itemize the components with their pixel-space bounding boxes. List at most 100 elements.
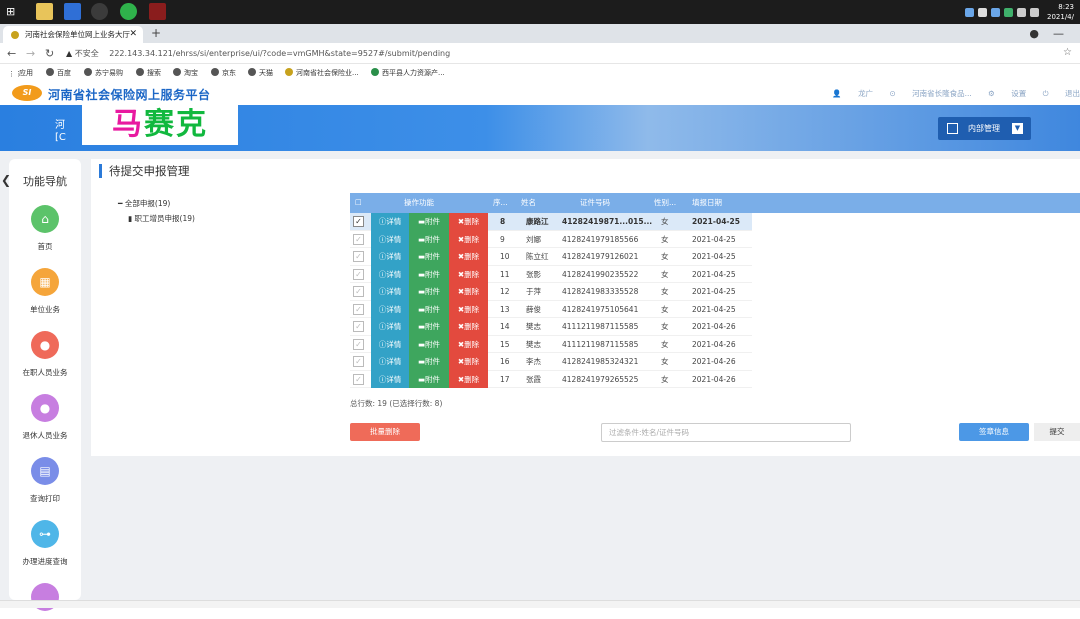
- back-icon[interactable]: ←: [7, 47, 16, 60]
- table-row[interactable]: ✓ ⓘ详情 ▬附件 ✖删除 14 樊志 4111211987115585 女 2021-04-2…: [350, 318, 752, 336]
- table-row[interactable]: ✓ ⓘ详情 ▬附件 ✖删除 9 刘娜 4128241979185566 女 2021-04-25: [350, 230, 752, 248]
- row-checkbox[interactable]: ✓: [353, 303, 364, 315]
- file-explorer-icon[interactable]: [36, 3, 53, 20]
- table-row[interactable]: ✓ ⓘ详情 ▬附件 ✖删除 15 樊志 4111211987115585 女 2021-04-2…: [350, 335, 752, 353]
- tray-icon[interactable]: [1004, 7, 1013, 17]
- detail-button[interactable]: ⓘ详情: [371, 213, 409, 231]
- delete-button[interactable]: ✖删除: [449, 283, 488, 301]
- tray-icon[interactable]: [978, 7, 987, 17]
- sign-info-button[interactable]: 签章信息: [959, 423, 1029, 441]
- logout-link[interactable]: ⏻ 退出: [1043, 89, 1080, 98]
- bookmark-item[interactable]: 西平县人力资源产...: [371, 68, 445, 78]
- wps-icon[interactable]: [64, 3, 81, 20]
- attachment-button[interactable]: ▬附件: [409, 353, 449, 371]
- detail-button[interactable]: ⓘ详情: [371, 300, 409, 318]
- table-row[interactable]: ✓ ⓘ详情 ▬附件 ✖删除 16 李杰 4128241985324321 女 2021-04-2…: [350, 353, 752, 371]
- volume-icon[interactable]: [1030, 7, 1039, 17]
- sidebar-item-retirees[interactable]: ● 退休人员业务: [9, 394, 81, 441]
- attachment-button[interactable]: ▬附件: [409, 213, 449, 231]
- bookmark-item[interactable]: 搜索: [136, 68, 161, 78]
- row-checkbox[interactable]: ✓: [353, 251, 364, 262]
- bookmark-item[interactable]: 淘宝: [173, 68, 198, 78]
- attachment-button[interactable]: ▬附件: [409, 335, 449, 353]
- url-field[interactable]: ▲ 不安全 222.143.34.121/ehrss/si/enterprise…: [66, 46, 1056, 61]
- delete-button[interactable]: ✖删除: [449, 318, 488, 336]
- user-link[interactable]: 👤 龙广: [832, 89, 873, 98]
- detail-button[interactable]: ⓘ详情: [371, 353, 409, 371]
- tray-icon[interactable]: [1017, 7, 1026, 17]
- table-row[interactable]: ✓ ⓘ详情 ▬附件 ✖删除 17 张霞 4128241979265525 女 2021-04-2…: [350, 370, 752, 388]
- col-sex[interactable]: 性别...: [654, 193, 676, 213]
- detail-button[interactable]: ⓘ详情: [371, 230, 409, 248]
- detail-button[interactable]: ⓘ详情: [371, 318, 409, 336]
- new-tab-button[interactable]: +: [151, 24, 161, 43]
- row-checkbox[interactable]: ✓: [353, 286, 364, 297]
- detail-button[interactable]: ⓘ详情: [371, 283, 409, 301]
- detail-button[interactable]: ⓘ详情: [371, 265, 409, 283]
- tree-root[interactable]: ━ 全部申报(19): [118, 196, 195, 211]
- delete-button[interactable]: ✖删除: [449, 213, 488, 231]
- col-date[interactable]: 填报日期: [692, 193, 722, 213]
- close-tab-icon[interactable]: ✕: [129, 26, 137, 43]
- detail-button[interactable]: ⓘ详情: [371, 370, 409, 388]
- browser-tab[interactable]: 河南社会保险单位网上业务大厅 ✕: [3, 26, 143, 43]
- tray-icon[interactable]: [965, 7, 974, 17]
- tree-child[interactable]: ▮ 职工增员申报(19): [118, 211, 195, 226]
- attachment-button[interactable]: ▬附件: [409, 318, 449, 336]
- window-controls[interactable]: ● —: [1029, 24, 1064, 43]
- sidebar-item-unit[interactable]: ▦ 单位业务: [9, 268, 81, 315]
- row-checkbox[interactable]: ✓: [353, 233, 364, 245]
- attachment-button[interactable]: ▬附件: [409, 300, 449, 318]
- bookmark-item[interactable]: 京东: [211, 68, 236, 78]
- attachment-button[interactable]: ▬附件: [409, 230, 449, 248]
- windows-start-icon[interactable]: ⊞: [6, 3, 23, 20]
- table-row[interactable]: ✓ ⓘ详情 ▬附件 ✖删除 10 陈立红 4128241979126021 女 2021-04-…: [350, 248, 752, 266]
- table-row[interactable]: ✓ ⓘ详情 ▬附件 ✖删除 13 薛俊 4128241975105641 女 2021-04-2…: [350, 300, 752, 318]
- col-idnumber[interactable]: 证件号码: [580, 193, 610, 213]
- internal-management-button[interactable]: 内部管理 ▼: [938, 117, 1031, 140]
- sidebar-item-progress[interactable]: ⊶ 办理进度查询: [9, 520, 81, 567]
- recorder-icon[interactable]: [149, 3, 166, 20]
- reload-icon[interactable]: ↻: [45, 47, 54, 60]
- forward-icon[interactable]: →: [26, 47, 35, 60]
- tray-icon[interactable]: [991, 7, 1000, 17]
- sidebar-item-print[interactable]: ▤ 查询打印: [9, 457, 81, 504]
- detail-button[interactable]: ⓘ详情: [371, 335, 409, 353]
- delete-button[interactable]: ✖删除: [449, 248, 488, 266]
- row-checkbox[interactable]: ✓: [353, 321, 364, 332]
- chrome-icon[interactable]: [91, 3, 108, 20]
- table-row[interactable]: ✓ ⓘ详情 ▬附件 ✖删除 8 康路江 41282419871...015... 女 2021-…: [350, 213, 752, 231]
- clock[interactable]: 8:23 2021/4/: [1047, 2, 1074, 22]
- bookmark-item[interactable]: 苏宁易购: [84, 68, 123, 78]
- filter-input[interactable]: 过滤条件:姓名/证件号码: [601, 423, 851, 442]
- sidebar-item-employees[interactable]: ● 在职人员业务: [9, 331, 81, 378]
- row-checkbox[interactable]: ✓: [353, 338, 364, 350]
- delete-button[interactable]: ✖删除: [449, 300, 488, 318]
- select-all-checkbox[interactable]: ☐: [355, 193, 362, 213]
- delete-button[interactable]: ✖删除: [449, 265, 488, 283]
- row-checkbox[interactable]: ✓: [353, 268, 364, 280]
- delete-button[interactable]: ✖删除: [449, 353, 488, 371]
- table-row[interactable]: ✓ ⓘ详情 ▬附件 ✖删除 12 于萍 4128241983335528 女 2021-04-2…: [350, 283, 752, 301]
- row-checkbox[interactable]: ✓: [353, 373, 364, 385]
- row-checkbox[interactable]: ✓: [353, 356, 364, 367]
- delete-button[interactable]: ✖删除: [449, 335, 488, 353]
- company-link[interactable]: ⊙ 河南省长隆食品...: [889, 89, 971, 98]
- bookmark-apps[interactable]: ⋮⋮应用: [8, 68, 33, 78]
- settings-link[interactable]: ⚙ 设置: [988, 89, 1026, 98]
- bookmark-item[interactable]: 百度: [46, 68, 71, 78]
- wechat-icon[interactable]: [120, 3, 137, 20]
- attachment-button[interactable]: ▬附件: [409, 370, 449, 388]
- col-name[interactable]: 姓名: [521, 193, 536, 213]
- collapse-sidebar-icon[interactable]: ❮: [1, 173, 11, 187]
- attachment-button[interactable]: ▬附件: [409, 283, 449, 301]
- table-row[interactable]: ✓ ⓘ详情 ▬附件 ✖删除 11 张影 4128241990235522 女 2021-04-2…: [350, 265, 752, 283]
- submit-button[interactable]: 提交: [1034, 423, 1080, 441]
- delete-button[interactable]: ✖删除: [449, 230, 488, 248]
- bookmark-item[interactable]: 河南省社会保险业...: [285, 68, 359, 78]
- detail-button[interactable]: ⓘ详情: [371, 248, 409, 266]
- delete-button[interactable]: ✖删除: [449, 370, 488, 388]
- attachment-button[interactable]: ▬附件: [409, 265, 449, 283]
- attachment-button[interactable]: ▬附件: [409, 248, 449, 266]
- bookmark-item[interactable]: 天猫: [248, 68, 273, 78]
